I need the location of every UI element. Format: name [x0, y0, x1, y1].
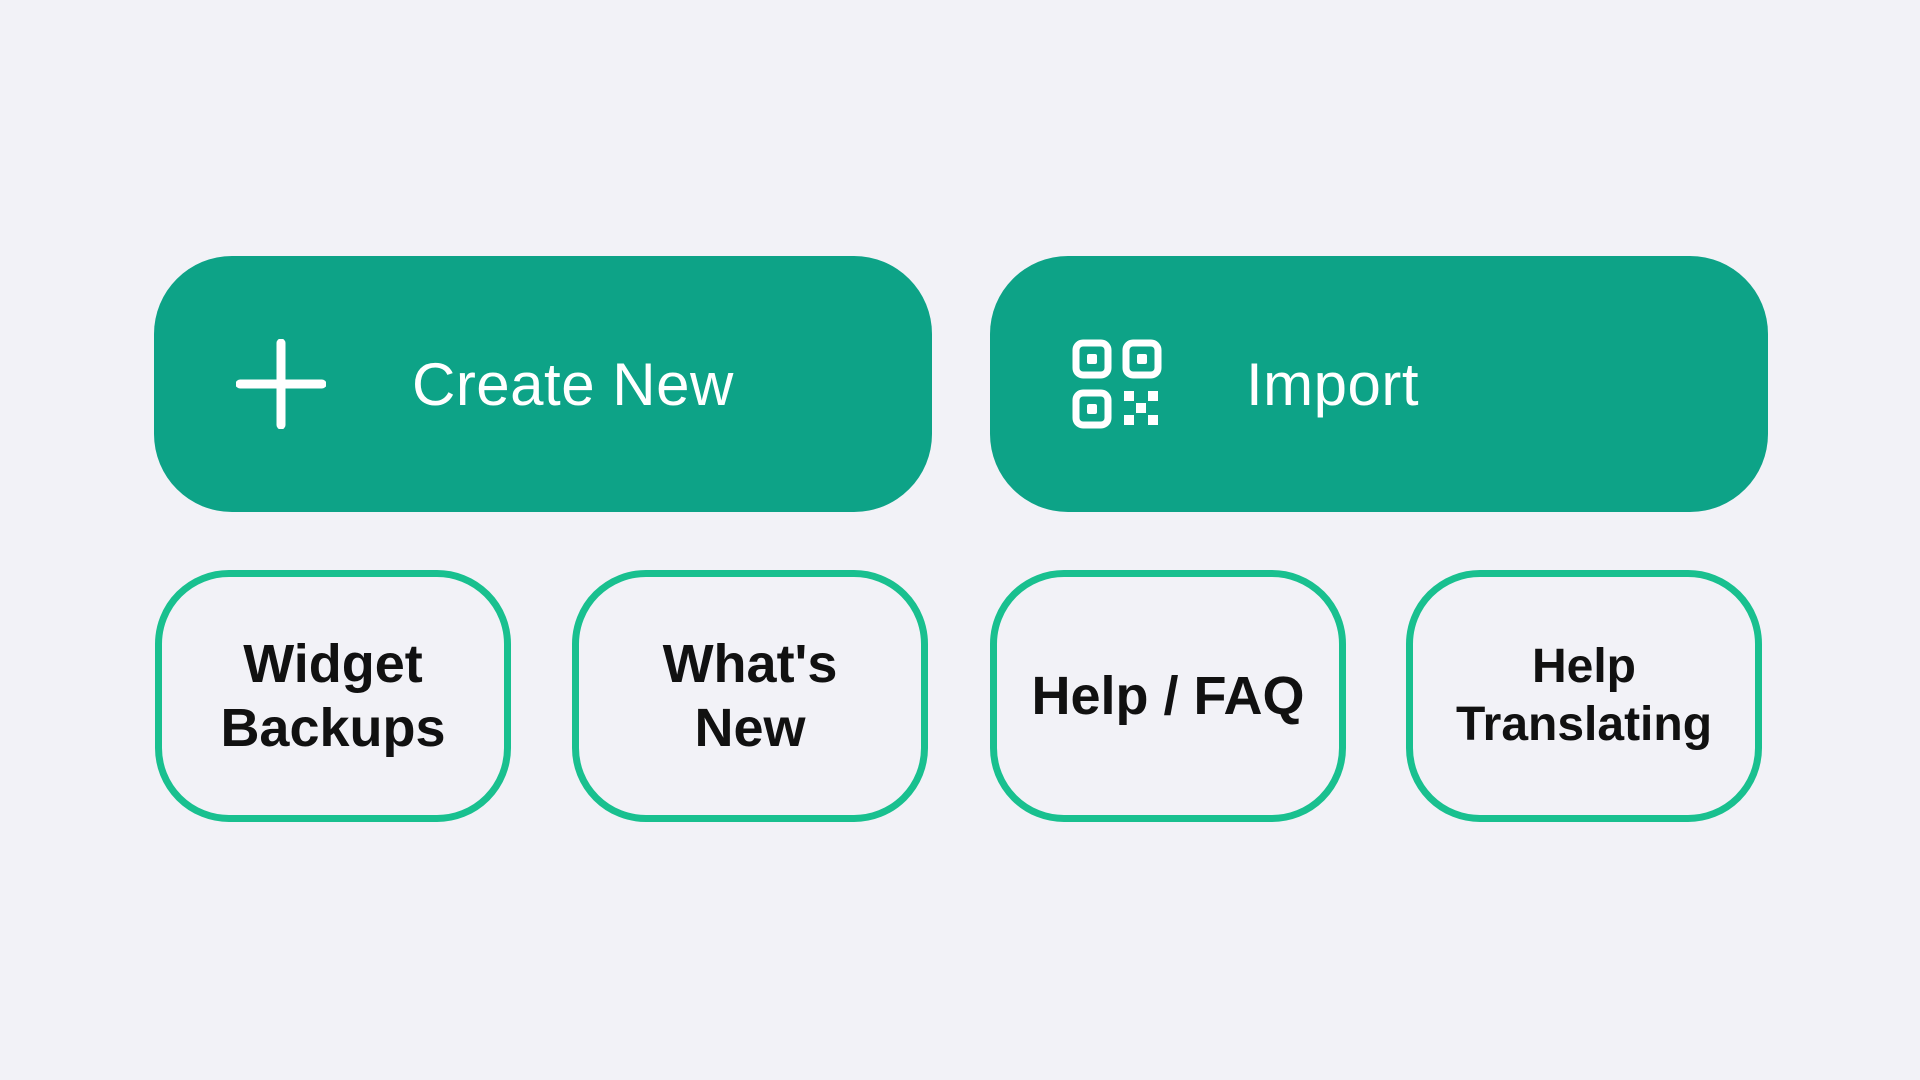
- import-label: Import: [1246, 350, 1420, 418]
- help-faq-button[interactable]: Help / FAQ: [990, 570, 1346, 822]
- help-translating-label: Help Translating: [1455, 640, 1713, 751]
- widget-backups-button[interactable]: Widget Backups: [155, 570, 511, 822]
- create-new-label: Create New: [412, 350, 734, 418]
- whats-new-button[interactable]: What's New: [572, 570, 928, 822]
- action-grid: Create New Import Widget Backups What's …: [0, 0, 1920, 1080]
- create-new-button[interactable]: Create New: [154, 256, 932, 512]
- help-translating-button[interactable]: Help Translating: [1406, 570, 1762, 822]
- whats-new-label: What's New: [662, 634, 838, 758]
- import-button[interactable]: Import: [990, 256, 1768, 512]
- widget-backups-label: Widget Backups: [220, 634, 446, 758]
- help-faq-label: Help / FAQ: [1031, 666, 1305, 726]
- plus-icon: [236, 339, 326, 429]
- qr-code-icon: [1072, 339, 1162, 429]
